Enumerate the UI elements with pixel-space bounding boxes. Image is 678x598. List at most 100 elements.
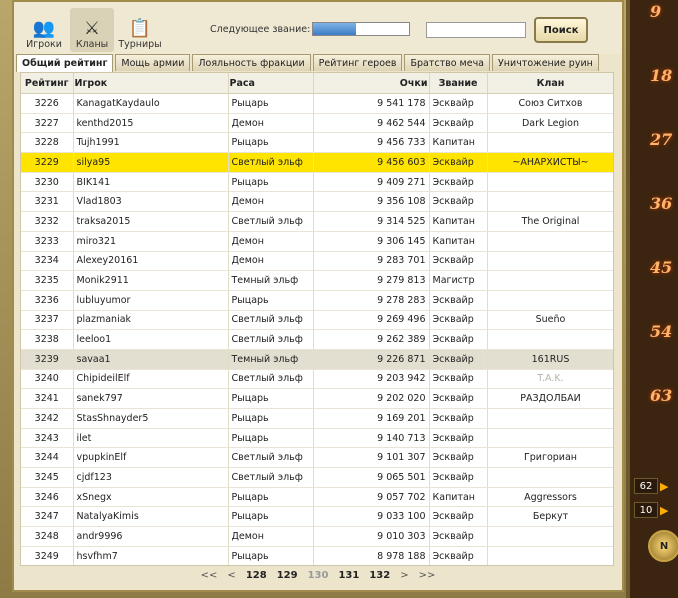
page-link[interactable]: 130 [308,570,329,581]
table-row[interactable]: 3243 ilet Рыцарь 9 140 713 Эсквайр [21,428,613,449]
clan-cell[interactable] [487,329,613,350]
page-link[interactable]: 128 [246,570,267,581]
table-row[interactable]: 3228 Tujh1991 Рыцарь 9 456 733 Капитан [21,132,613,154]
search-button[interactable]: Поиск [534,17,588,43]
clan-cell[interactable]: T.A.K. [487,369,613,390]
clan-cell[interactable] [487,270,613,291]
nav-clans[interactable]: ⚔ Кланы [70,8,114,52]
player-cell[interactable]: StasShnayder5 [73,408,229,429]
player-cell[interactable]: savaa1 [73,349,229,370]
player-cell[interactable]: Alexey20161 [73,251,229,272]
clan-cell[interactable]: Григориан [487,447,613,469]
player-cell[interactable]: lubluyumor [73,290,229,311]
clan-cell[interactable] [487,408,613,429]
points-cell: 9 033 100 [313,506,430,528]
tab-5[interactable]: Уничтожение руин [492,54,599,71]
page-link[interactable]: 131 [338,570,359,581]
table-row[interactable]: 3234 Alexey20161 Демон 9 283 701 Эсквайр [21,251,613,272]
table-row[interactable]: 3238 leeloo1 Светлый эльф 9 262 389 Эсквайр [21,329,613,350]
title-cell: Эсквайр [429,369,488,390]
page-link[interactable]: 132 [369,570,390,581]
nav-players[interactable]: 👥 Игроки [22,8,66,52]
clan-cell[interactable] [487,172,613,193]
table-row[interactable]: 3233 miro321 Демон 9 306 145 Капитан [21,231,613,252]
counter-arrow-icon[interactable]: ▶ [660,504,668,517]
clan-cell[interactable] [487,546,613,565]
clan-cell[interactable]: The Original [487,211,613,232]
table-row[interactable]: 3249 hsvfhm7 Рыцарь 8 978 188 Эсквайр [21,546,613,565]
player-cell[interactable]: plazmaniak [73,310,229,331]
player-cell[interactable]: kenthd2015 [73,113,229,134]
table-row[interactable]: 3240 ChipideilElf Светлый эльф 9 203 942 Эск… [21,369,613,390]
player-cell[interactable]: KanagatKaydaulo [73,93,229,114]
prev-page-link[interactable]: < [227,570,235,581]
table-row[interactable]: 3236 lubluyumor Рыцарь 9 278 283 Эсквайр [21,290,613,311]
table-row[interactable]: 3237 plazmaniak Светлый эльф 9 269 496 Эсква… [21,310,613,331]
tab-1[interactable]: Мощь армии [115,54,191,71]
last-page-link[interactable]: >> [419,570,436,581]
clan-cell[interactable]: Dark Legion [487,113,613,134]
tab-2[interactable]: Лояльность фракции [192,54,311,71]
clan-cell[interactable] [487,191,613,213]
clan-cell[interactable]: Беркут [487,506,613,528]
nav-tournaments[interactable]: 📋 Турниры [118,8,162,52]
tab-4[interactable]: Братство меча [404,54,491,71]
player-cell[interactable]: xSnegx [73,487,229,508]
search-input[interactable] [426,22,526,38]
table-row[interactable]: 3231 Vlad1803 Демон 9 356 108 Эсквайр [21,191,613,213]
player-cell[interactable]: ilet [73,428,229,449]
player-cell[interactable]: Monik2911 [73,270,229,291]
player-cell[interactable]: hsvfhm7 [73,546,229,565]
clan-cell[interactable]: Aggressors [487,487,613,508]
clan-cell[interactable]: Sueño [487,310,613,331]
table-row[interactable]: 3246 xSnegx Рыцарь 9 057 702 Капитан Aggresso… [21,487,613,508]
clan-cell[interactable] [487,467,613,488]
clan-cell[interactable] [487,290,613,311]
first-page-link[interactable]: << [201,570,218,581]
table-row[interactable]: 3229 silya95 Светлый эльф 9 456 603 Эсквайр ~… [21,152,613,173]
table-row[interactable]: 3248 andr9996 Демон 9 010 303 Эсквайр [21,526,613,547]
player-cell[interactable]: Vlad1803 [73,191,229,213]
player-cell[interactable]: silya95 [73,152,229,173]
clan-cell[interactable] [487,132,613,154]
player-cell[interactable]: sanek797 [73,388,229,409]
table-row[interactable]: 3245 cjdf123 Светлый эльф 9 065 501 Эсквайр [21,467,613,488]
clan-cell[interactable] [487,428,613,449]
tab-3[interactable]: Рейтинг героев [312,54,403,71]
clan-cell[interactable]: Союз Ситхов [487,93,613,114]
player-cell[interactable]: NatalyaKimis [73,506,229,528]
table-row[interactable]: 3235 Monik2911 Темный эльф 9 279 813 Магистр [21,270,613,291]
points-cell: 9 409 271 [313,172,430,193]
player-cell[interactable]: miro321 [73,231,229,252]
player-cell[interactable]: Tujh1991 [73,132,229,154]
player-cell[interactable]: traksa2015 [73,211,229,232]
table-row[interactable]: 3232 traksa2015 Светлый эльф 9 314 525 Капит… [21,211,613,232]
table-row[interactable]: 3247 NatalyaKimis Рыцарь 9 033 100 Эсквайр Бе… [21,506,613,528]
clan-cell[interactable] [487,251,613,272]
player-cell[interactable]: ChipideilElf [73,369,229,390]
player-cell[interactable]: BIK141 [73,172,229,193]
table-row[interactable]: 3242 StasShnayder5 Рыцарь 9 169 201 Эсквайр [21,408,613,429]
next-page-link[interactable]: > [400,570,408,581]
page-link[interactable]: 129 [277,570,298,581]
points-cell: 9 283 701 [313,251,430,272]
table-row[interactable]: 3227 kenthd2015 Демон 9 462 544 Эсквайр Dark … [21,113,613,134]
clan-cell[interactable] [487,526,613,547]
rank-cell: 3229 [21,152,74,173]
table-row[interactable]: 3230 BIK141 Рыцарь 9 409 271 Эсквайр [21,172,613,193]
player-cell[interactable]: cjdf123 [73,467,229,488]
compass-icon[interactable]: N [648,530,678,562]
table-row[interactable]: 3226 KanagatKaydaulo Рыцарь 9 541 178 Эсквай… [21,93,613,114]
counter-arrow-icon[interactable]: ▶ [660,480,668,493]
player-cell[interactable]: andr9996 [73,526,229,547]
clan-cell[interactable]: РАЗДОЛБАИ [487,388,613,409]
player-cell[interactable]: vpupkinElf [73,447,229,469]
clan-cell[interactable]: ~АНАРХИСТЫ~ [487,152,613,173]
table-row[interactable]: 3241 sanek797 Рыцарь 9 202 020 Эсквайр РАЗДОЛ… [21,388,613,409]
table-row[interactable]: 3244 vpupkinElf Светлый эльф 9 101 307 Эсква… [21,447,613,469]
clan-cell[interactable]: 161RUS [487,349,613,370]
clan-cell[interactable] [487,231,613,252]
player-cell[interactable]: leeloo1 [73,329,229,350]
tab-0[interactable]: Общий рейтинг [16,54,114,72]
table-row[interactable]: 3239 savaa1 Темный эльф 9 226 871 Эсквайр 161… [21,349,613,370]
